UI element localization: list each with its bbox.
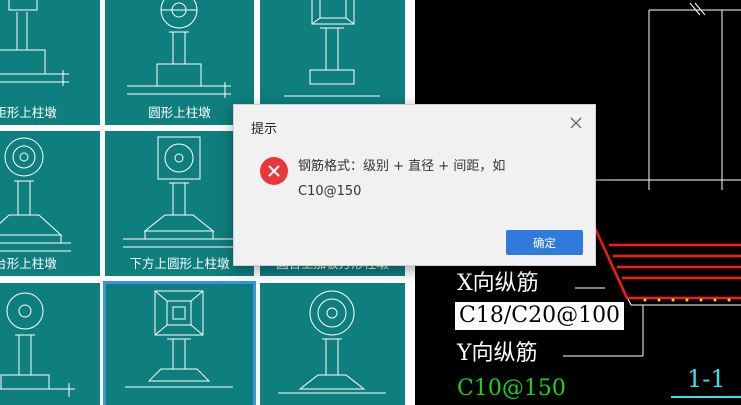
tile-pier-7[interactable] [0, 283, 100, 405]
tile-pier-8-selected[interactable] [103, 281, 256, 405]
close-icon[interactable] [567, 114, 585, 132]
pier-7-diagram [0, 292, 75, 397]
hint-dialog: 提示 钢筋格式：级别 + 直径 + 间距，如 C10@150 确定 [233, 104, 596, 266]
ok-button[interactable]: 确定 [506, 230, 583, 255]
error-icon [260, 157, 288, 185]
section-label: 1-1 [687, 365, 726, 393]
tile-platform-pier[interactable]: 台形上柱墩 [0, 131, 100, 276]
tile-label: 圆形上柱墩 [148, 105, 211, 120]
x-rebar-value[interactable]: C18/C20@100 [455, 302, 625, 330]
rebar-lines [593, 227, 741, 300]
dialog-message: 钢筋格式：级别 + 直径 + 间距，如 C10@150 [298, 154, 548, 204]
tile-round-pier[interactable]: 圆形上柱墩 [105, 0, 254, 125]
x-rebar-label: X向纵筋 [457, 271, 539, 296]
tile-lower-square-round-pier[interactable]: 下方上圆形上柱墩 [105, 131, 254, 276]
tile-rect-pier[interactable]: 矩形上柱墩 [0, 0, 100, 125]
app-window: 矩形上柱墩 圆形上柱墩 台形上柱墩 下方上圆形上柱墩 X向纵筋 C18/C20@… [0, 0, 741, 405]
tile-label: 矩形上柱墩 [0, 105, 57, 120]
dialog-title: 提示 [251, 122, 278, 137]
dialog-message-line: 钢筋格式：级别 + 直径 + 间距，如 [298, 159, 506, 174]
pier-9-diagram [278, 290, 386, 394]
tile-pier-9[interactable] [260, 283, 405, 405]
y-rebar-label: Y向纵筋 [457, 341, 538, 366]
y-rebar-value[interactable]: C10@150 [457, 378, 566, 400]
tile-label: 下方上圆形上柱墩 [129, 256, 230, 271]
tile-label: 台形上柱墩 [0, 256, 57, 271]
pier-8-diagram [125, 290, 233, 388]
dialog-message-line: C10@150 [298, 184, 362, 199]
